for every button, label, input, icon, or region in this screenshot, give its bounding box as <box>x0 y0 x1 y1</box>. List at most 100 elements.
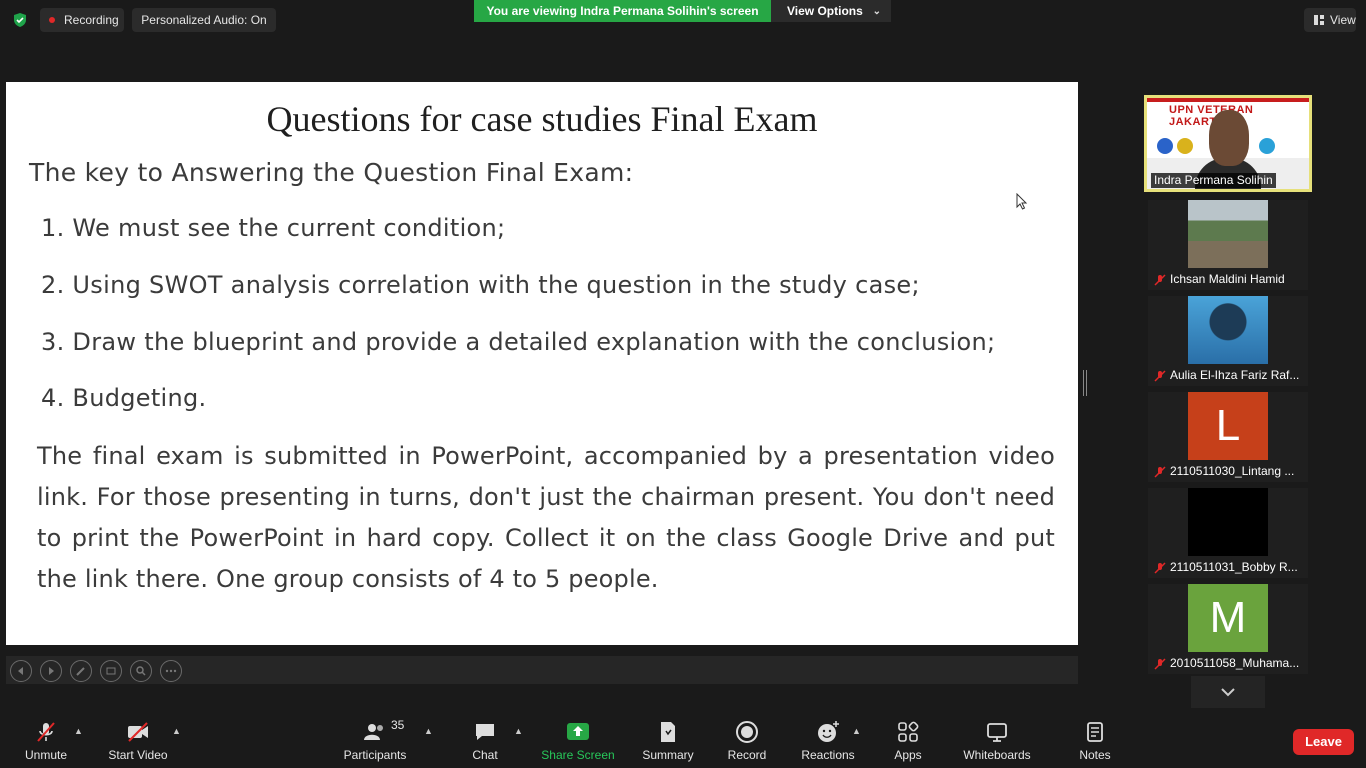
summary-label: Summary <box>642 748 694 762</box>
grid-view-icon <box>1314 15 1324 25</box>
share-screen-icon <box>567 723 589 740</box>
share-screen-label: Share Screen <box>541 748 615 762</box>
pen-tool-button[interactable] <box>70 660 92 682</box>
mouse-cursor-icon <box>1016 193 1028 210</box>
slides-view-button[interactable] <box>100 660 122 682</box>
notes-icon <box>1087 722 1103 742</box>
participant-tile[interactable]: Aulia El-Ihza Fariz Raf... <box>1148 296 1308 386</box>
muted-mic-icon <box>1154 466 1166 478</box>
scroll-participants-down-button[interactable] <box>1191 676 1265 708</box>
chat-label: Chat <box>472 748 498 762</box>
pen-icon <box>76 667 85 676</box>
chat-icon <box>476 724 494 740</box>
slides-icon <box>106 667 116 675</box>
slide-paragraph: The final exam is submitted in PowerPoin… <box>37 442 1055 593</box>
participants-options-caret-icon[interactable]: ▲ <box>424 726 433 736</box>
share-screen-button[interactable]: Share Screen <box>540 720 616 768</box>
chevron-down-icon <box>1221 688 1235 697</box>
unmute-label: Unmute <box>24 748 68 762</box>
zoom-button[interactable] <box>130 660 152 682</box>
recording-label: Recording <box>64 13 119 27</box>
slide-list-item: 1. We must see the current condition; <box>41 214 506 242</box>
logo-icon <box>1157 138 1173 154</box>
top-bar: Recording Personalized Audio: On You are… <box>0 0 1366 40</box>
participant-name: Aulia El-Ihza Fariz Raf... <box>1170 368 1300 382</box>
ellipsis-icon <box>165 669 177 673</box>
chat-options-caret-icon[interactable]: ▲ <box>514 726 523 736</box>
start-video-button[interactable]: Start Video <box>104 720 172 768</box>
summary-button[interactable]: Summary <box>638 720 698 768</box>
participant-tile[interactable]: L 2110511030_Lintang ... <box>1148 392 1308 482</box>
audio-options-caret-icon[interactable]: ▲ <box>74 726 83 736</box>
reaction-smiley-icon <box>818 721 839 742</box>
participants-label: Participants <box>343 748 407 762</box>
shield-icon[interactable] <box>12 12 28 28</box>
start-video-label: Start Video <box>108 748 168 762</box>
apps-label: Apps <box>894 748 922 762</box>
recording-indicator[interactable]: Recording <box>40 8 124 32</box>
record-label: Record <box>727 748 767 762</box>
participant-avatar: M <box>1188 584 1268 652</box>
muted-mic-icon <box>1154 562 1166 574</box>
previous-slide-button[interactable] <box>10 660 32 682</box>
next-slide-button[interactable] <box>40 660 62 682</box>
video-off-icon <box>128 722 148 742</box>
unmute-button[interactable]: Unmute <box>16 720 76 768</box>
slide-list-item: 4. Budgeting. <box>41 384 207 412</box>
notes-label: Notes <box>1079 748 1111 762</box>
view-button[interactable]: View <box>1304 8 1356 32</box>
more-options-button[interactable] <box>160 660 182 682</box>
chat-button[interactable]: Chat <box>462 720 508 768</box>
logo-icon <box>1259 138 1275 154</box>
participants-icon <box>364 724 383 740</box>
leave-button[interactable]: Leave <box>1293 729 1354 755</box>
whiteboards-button[interactable]: Whiteboards <box>958 720 1036 768</box>
active-speaker-tile[interactable]: UPN VETERAN JAKARTA Indra Permana Solihi… <box>1144 95 1312 192</box>
meeting-toolbar: Unmute ▲ Start Video ▲ 35 Participants ▲… <box>0 712 1366 768</box>
annotation-toolbar <box>6 656 1078 684</box>
summary-icon <box>661 722 675 742</box>
participant-tile[interactable]: 2110511031_Bobby R... <box>1148 488 1308 578</box>
participant-name: 2110511030_Lintang ... <box>1170 464 1295 478</box>
apps-icon <box>898 721 919 742</box>
slide-list-item: 2. Using SWOT analysis correlation with … <box>41 271 920 299</box>
zoom-window: Recording Personalized Audio: On You are… <box>0 0 1366 768</box>
muted-mic-icon <box>37 722 55 742</box>
arrow-right-icon <box>49 667 54 675</box>
shared-screen-slide: Questions for case studies Final Exam Th… <box>6 82 1078 645</box>
participant-video <box>1188 200 1268 268</box>
recording-dot-icon <box>49 17 55 23</box>
participant-tile[interactable]: M 2010511058_Muhama... <box>1148 584 1308 674</box>
record-button[interactable]: Record <box>722 720 772 768</box>
apps-button[interactable]: Apps <box>886 720 930 768</box>
reactions-label: Reactions <box>801 748 855 762</box>
participant-avatar: L <box>1188 392 1268 460</box>
whiteboard-icon <box>987 723 1007 742</box>
logo-icon <box>1177 138 1193 154</box>
viewing-screen-banner: You are viewing Indra Permana Solihin's … <box>474 0 771 22</box>
view-label: View <box>1330 13 1356 27</box>
participant-video <box>1188 296 1268 364</box>
magnifier-icon <box>136 666 146 676</box>
personalized-audio-indicator[interactable]: Personalized Audio: On <box>132 8 276 32</box>
participant-name: 2110511031_Bobby R... <box>1170 560 1298 574</box>
muted-mic-icon <box>1154 370 1166 382</box>
participant-tile[interactable]: Ichsan Maldini Hamid <box>1148 200 1308 290</box>
view-options-label: View Options <box>787 4 863 18</box>
reactions-options-caret-icon[interactable]: ▲ <box>852 726 861 736</box>
participant-name: 2010511058_Muhama... <box>1170 656 1300 670</box>
notes-button[interactable]: Notes <box>1072 720 1118 768</box>
slide-list-item: 3. Draw the blueprint and provide a deta… <box>41 328 996 356</box>
arrow-left-icon <box>18 667 23 675</box>
panel-resize-handle[interactable] <box>1083 370 1087 396</box>
slide-title: Questions for case studies Final Exam <box>266 99 818 139</box>
video-options-caret-icon[interactable]: ▲ <box>172 726 181 736</box>
speaker-face <box>1209 110 1249 166</box>
participants-count: 35 <box>391 718 405 732</box>
participants-button[interactable]: 35 Participants <box>340 718 410 768</box>
whiteboards-label: Whiteboards <box>963 748 1031 762</box>
reactions-button[interactable]: Reactions <box>798 720 858 768</box>
muted-mic-icon <box>1154 658 1166 670</box>
view-options-button[interactable]: View Options ⌄ <box>771 0 891 22</box>
record-icon <box>736 721 758 743</box>
